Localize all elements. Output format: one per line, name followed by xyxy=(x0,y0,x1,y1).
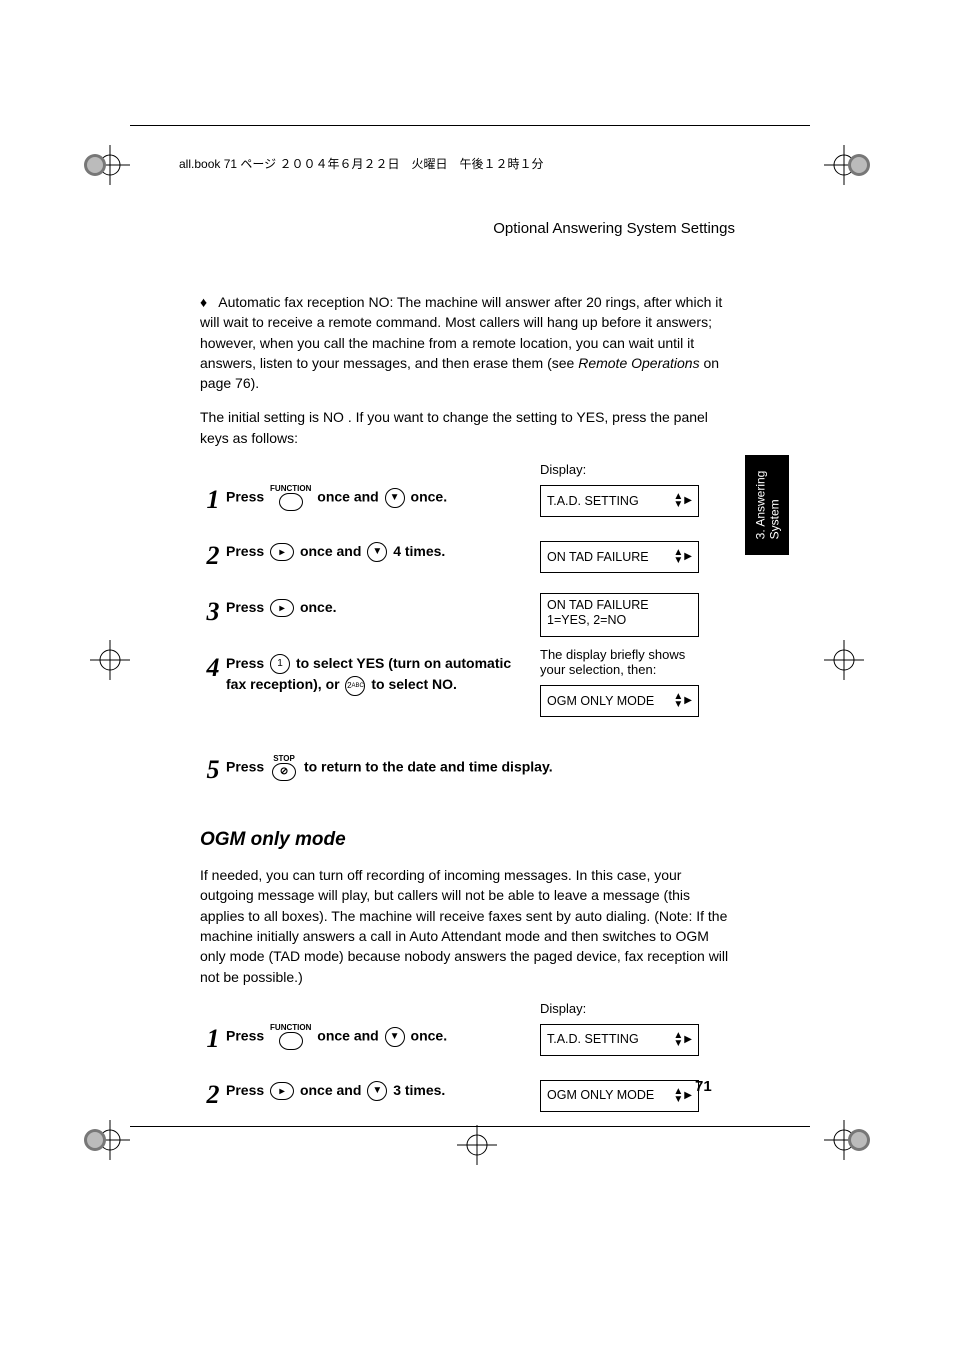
down-key-icon: ▼ xyxy=(367,542,387,562)
display-label: Display: xyxy=(540,1001,735,1016)
display-box: T.A.D. SETTING ▲▼▶ xyxy=(540,485,699,517)
crop-header-text: all.book 71 ページ ２００４年６月２２日 火曜日 午後１２時１分 xyxy=(175,157,547,171)
step-number: 1 xyxy=(200,487,226,513)
page-number: 71 xyxy=(695,1078,712,1095)
display-text: OGM ONLY MODE xyxy=(547,1088,654,1103)
step-text: Press FUNCTION once and ▼ once. xyxy=(226,1024,536,1050)
corner-dot-icon xyxy=(80,1125,110,1155)
right-key-icon: ▸ xyxy=(270,543,294,561)
side-tab-text: 3. Answering System xyxy=(753,471,781,540)
numeric-key-2-icon: 2ABC xyxy=(345,676,365,696)
down-key-icon: ▼ xyxy=(385,1027,405,1047)
display-text: OGM ONLY MODE xyxy=(547,694,654,709)
display-text: T.A.D. SETTING xyxy=(547,494,639,509)
step-2: 2 Press ▸ once and ▼ 4 times. ON TAD FAI… xyxy=(200,541,735,575)
step-5: 5 Press STOP ⊘ to return to the date and… xyxy=(200,755,735,789)
step-number: 4 xyxy=(200,655,226,681)
step-text: Press FUNCTION once and ▼ once. xyxy=(226,485,536,511)
ogm-paragraph: If needed, you can turn off recording of… xyxy=(200,865,735,987)
section-header: Optional Answering System Settings xyxy=(200,220,735,237)
stop-key-icon: STOP ⊘ xyxy=(270,755,298,781)
display-note: The display briefly shows your selection… xyxy=(540,647,710,677)
step-number: 2 xyxy=(200,1082,226,1108)
ogm-step-2: 2 Press ▸ once and ▼ 3 times. OGM ONLY M… xyxy=(200,1080,735,1114)
right-key-icon: ▸ xyxy=(270,599,294,617)
step-1: 1 Press FUNCTION once and ▼ once. T.A.D.… xyxy=(200,485,735,519)
down-key-icon: ▼ xyxy=(385,488,405,508)
scroll-arrows-icon: ▲▼▶ xyxy=(673,549,692,565)
display-box: OGM ONLY MODE ▲▼▶ xyxy=(540,685,699,717)
display-label: Display: xyxy=(540,462,735,477)
step-number: 5 xyxy=(200,757,226,783)
display-box: T.A.D. SETTING ▲▼▶ xyxy=(540,1024,699,1056)
subsection-title: OGM only mode xyxy=(200,829,735,851)
intro-paragraph: The initial setting is NO . If you want … xyxy=(200,407,735,448)
function-key-icon: FUNCTION xyxy=(270,485,311,511)
crop-mark-icon xyxy=(824,640,864,680)
bullet-paragraph: ♦ Automatic fax reception NO: The machin… xyxy=(200,292,735,393)
crop-header: all.book 71 ページ ２００４年６月２２日 火曜日 午後１２時１分 xyxy=(175,155,779,172)
step-number: 2 xyxy=(200,543,226,569)
step-text: Press 1 to select YES (turn on automatic… xyxy=(226,653,536,696)
side-tab: 3. Answering System xyxy=(745,455,789,555)
scroll-arrows-icon: ▲▼▶ xyxy=(673,1088,692,1104)
step-number: 3 xyxy=(200,599,226,625)
corner-dot-icon xyxy=(844,1125,874,1155)
step-3: 3 Press ▸ once. ON TAD FAILURE 1=YES, 2=… xyxy=(200,597,735,631)
function-key-icon: FUNCTION xyxy=(270,1024,311,1050)
down-key-icon: ▼ xyxy=(367,1081,387,1101)
right-key-icon: ▸ xyxy=(270,1082,294,1100)
display-box: ON TAD FAILURE 1=YES, 2=NO xyxy=(540,593,699,637)
display-text: ON TAD FAILURE 1=YES, 2=NO xyxy=(547,598,649,628)
step-text: Press ▸ once and ▼ 3 times. xyxy=(226,1080,536,1101)
scroll-arrows-icon: ▲▼▶ xyxy=(673,493,692,509)
step-text: Press ▸ once and ▼ 4 times. xyxy=(226,541,536,562)
numeric-key-1-icon: 1 xyxy=(270,654,290,674)
display-text: ON TAD FAILURE xyxy=(547,550,649,565)
corner-dot-icon xyxy=(844,150,874,180)
display-text: T.A.D. SETTING xyxy=(547,1032,639,1047)
display-box: ON TAD FAILURE ▲▼▶ xyxy=(540,541,699,573)
step-4: 4 Press 1 to select YES (turn on automat… xyxy=(200,653,735,733)
step-text: Press ▸ once. xyxy=(226,597,536,618)
step-number: 1 xyxy=(200,1026,226,1052)
bullet-text-italic: Remote Operations xyxy=(578,355,699,371)
step-text: Press STOP ⊘ to return to the date and t… xyxy=(226,755,735,781)
display-box: OGM ONLY MODE ▲▼▶ xyxy=(540,1080,699,1112)
ogm-step-1: 1 Press FUNCTION once and ▼ once. T.A.D.… xyxy=(200,1024,735,1058)
scroll-arrows-icon: ▲▼▶ xyxy=(673,1032,692,1048)
bullet-icon: ♦ xyxy=(200,294,207,310)
scroll-arrows-icon: ▲▼▶ xyxy=(673,693,692,709)
crop-mark-icon xyxy=(90,640,130,680)
corner-dot-icon xyxy=(80,150,110,180)
